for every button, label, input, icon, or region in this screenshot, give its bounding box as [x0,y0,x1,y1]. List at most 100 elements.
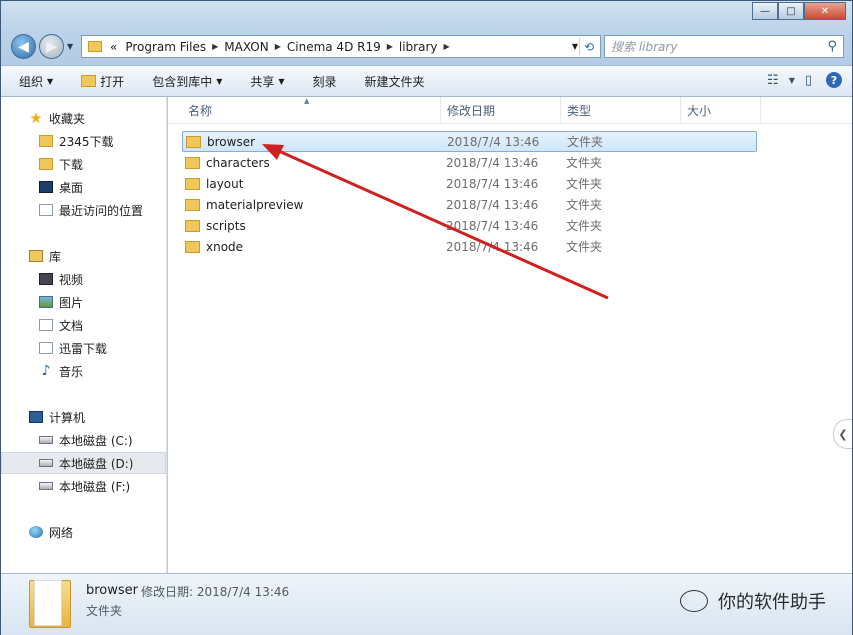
sidebar-item-label: 迅雷下载 [59,341,108,356]
new-folder-button[interactable]: 新建文件夹 [365,73,425,90]
watermark-text: 你的软件助手 [718,592,826,613]
file-name: characters [206,155,270,170]
sidebar-item-drive-c[interactable]: 本地磁盘 (C:) [1,429,166,451]
sidebar-item-thunder-downloads[interactable]: 迅雷下载 [1,337,166,359]
sidebar-favorites[interactable]: ★ 收藏夹 [1,107,166,129]
sidebar-computer-label: 计算机 [49,410,86,425]
file-row-xnode[interactable]: xnode 2018/7/4 13:46 文件夹 [182,236,757,257]
include-in-library-menu[interactable]: 包含到库中 ▼ [152,73,222,90]
open-button[interactable]: 打开 [81,73,124,90]
sidebar-item-drive-d[interactable]: 本地磁盘 (D:) [1,452,166,474]
close-button[interactable]: ✕ [804,2,846,20]
explorer-window: — □ ✕ ◀ ▶ ▼ « Program Files ▶ MAXON ▶ Ci… [0,0,853,635]
breadcrumb-cinema4d[interactable]: Cinema 4D R19 [283,40,385,54]
column-type-label: 类型 [567,103,592,118]
open-folder-icon [81,75,97,87]
organize-menu[interactable]: 组织 ▼ [19,73,53,90]
file-modified: 2018/7/4 13:46 [446,176,539,191]
file-row-materialpreview[interactable]: materialpreview 2018/7/4 13:46 文件夹 [182,194,757,215]
address-bar[interactable]: « Program Files ▶ MAXON ▶ Cinema 4D R19 … [81,35,601,58]
refresh-button[interactable]: ⟲ [579,38,598,55]
chevron-right-icon[interactable]: ▶ [210,42,220,51]
details-modified: 修改日期: 2018/7/4 13:46 [141,585,290,599]
sidebar-item-label: 本地磁盘 (C:) [59,433,133,448]
folder-thumbnail-icon [29,580,71,628]
sidebar-item-videos[interactable]: 视频 [1,268,166,290]
sidebar-item-documents[interactable]: 文档 [1,314,166,336]
column-type[interactable]: 类型 [561,97,681,123]
sidebar-item-downloads[interactable]: 下载 [1,153,166,175]
chevron-right-icon[interactable]: ▶ [273,42,283,51]
maximize-button[interactable]: □ [778,2,804,20]
search-input[interactable]: 搜索 library ⚲ [604,35,844,58]
sidebar-favorites-label: 收藏夹 [49,111,86,126]
sidebar-item-label: 2345下载 [59,134,114,149]
breadcrumb-maxon[interactable]: MAXON [220,40,272,54]
star-icon: ★ [29,109,43,127]
breadcrumb-library[interactable]: library [395,40,442,54]
chevron-left-icon[interactable]: ❮ [833,419,852,449]
column-name[interactable]: 名称 [182,97,441,123]
sidebar-item-2345-downloads[interactable]: 2345下载 [1,130,166,152]
sidebar-item-label: 本地磁盘 (F:) [59,479,131,494]
hard-drive-icon [39,436,53,444]
file-type: 文件夹 [566,156,603,170]
search-icon[interactable]: ⚲ [827,39,837,54]
view-options-icon[interactable]: ☷ [767,73,779,88]
burn-button[interactable]: 刻录 [313,73,337,90]
view-dropdown-icon[interactable]: ▼ [789,76,795,85]
column-size[interactable]: 大小 [681,97,761,123]
forward-button[interactable]: ▶ [39,34,64,59]
sidebar-network-label: 网络 [49,525,74,540]
file-row-browser[interactable]: browser 2018/7/4 13:46 文件夹 [182,131,757,152]
sidebar-item-recent-places[interactable]: 最近访问的位置 [1,199,166,221]
recent-pages-dropdown[interactable]: ▼ [67,42,73,51]
organize-label: 组织 [19,74,44,89]
downloads-folder-icon [39,158,53,170]
column-modified[interactable]: 修改日期 [441,97,561,123]
file-type: 文件夹 [566,198,603,212]
minimize-button[interactable]: — [752,2,778,20]
sidebar-item-drive-f[interactable]: 本地磁盘 (F:) [1,475,166,497]
breadcrumb-program-files[interactable]: Program Files [121,40,210,54]
details-pane: browser 修改日期: 2018/7/4 13:46 文件夹 你的软件助手 [1,573,852,635]
file-row-scripts[interactable]: scripts 2018/7/4 13:46 文件夹 [182,215,757,236]
sidebar-network[interactable]: 网络 [1,521,166,543]
view-controls: ☷ ▼ ▯ ? [757,72,842,88]
file-modified: 2018/7/4 13:46 [446,239,539,254]
sidebar-item-label: 下载 [59,157,84,172]
document-icon [39,319,53,331]
file-modified: 2018/7/4 13:46 [446,197,539,212]
file-type: 文件夹 [566,240,603,254]
sidebar-libraries[interactable]: 库 [1,245,166,267]
sidebar-item-music[interactable]: ♪ 音乐 [1,360,166,382]
new-folder-label: 新建文件夹 [364,74,425,89]
share-menu[interactable]: 共享 ▼ [250,73,284,90]
hard-drive-icon [39,459,53,467]
chevron-right-icon[interactable]: ▶ [442,42,452,51]
sidebar-item-pictures[interactable]: 图片 [1,291,166,313]
back-button[interactable]: ◀ [11,34,36,59]
column-modified-label: 修改日期 [447,103,496,118]
desktop-icon [39,181,53,193]
refresh-icon: ⟲ [583,39,595,54]
file-row-characters[interactable]: characters 2018/7/4 13:46 文件夹 [182,152,757,173]
navigation-bar: ◀ ▶ ▼ « Program Files ▶ MAXON ▶ Cinema 4… [9,33,844,61]
file-name: materialpreview [206,197,304,212]
picture-icon [39,296,53,308]
chevron-down-icon: ▼ [278,76,285,86]
sidebar-computer[interactable]: 计算机 [1,406,166,428]
computer-icon [29,411,43,423]
video-icon [39,273,53,285]
chevron-down-icon: ▼ [216,76,223,86]
file-row-layout[interactable]: layout 2018/7/4 13:46 文件夹 [182,173,757,194]
sidebar-item-desktop[interactable]: 桌面 [1,176,166,198]
help-icon[interactable]: ? [826,72,842,88]
sidebar-item-label: 音乐 [59,364,84,379]
open-label: 打开 [100,74,125,89]
chevron-right-icon[interactable]: ▶ [385,42,395,51]
preview-pane-icon[interactable]: ▯ [805,73,812,88]
file-name: xnode [206,239,244,254]
breadcrumb-overflow[interactable]: « [106,40,121,54]
address-dropdown-icon[interactable]: ▼ [572,42,578,51]
